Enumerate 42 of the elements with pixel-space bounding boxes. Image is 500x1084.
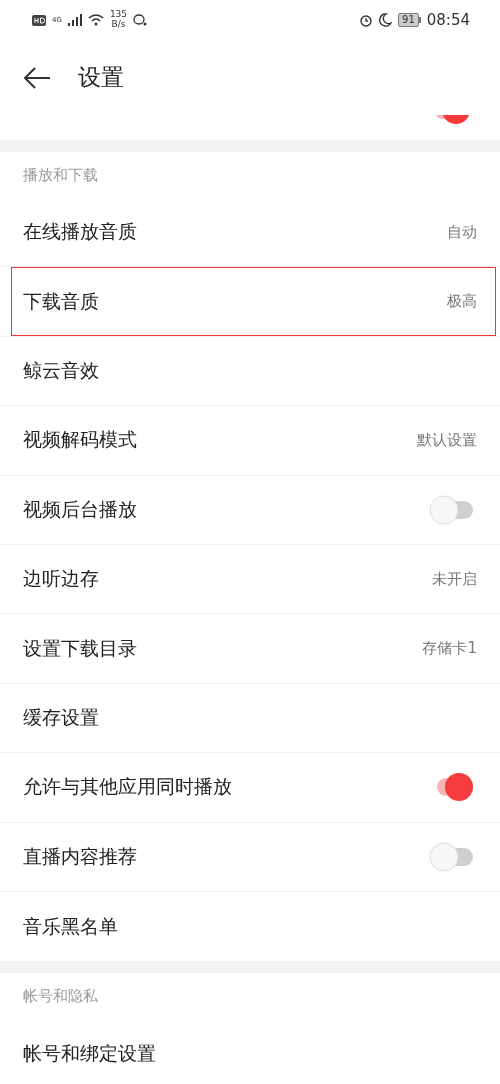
setting-label: 允许与其他应用同时播放: [23, 774, 232, 800]
settings-row[interactable]: 鲸云音效: [0, 336, 500, 407]
setting-value: 极高: [447, 292, 477, 312]
section-header: 播放和下载: [22, 164, 99, 186]
setting-value: 存储卡1: [422, 639, 477, 659]
setting-label: 下载音质: [23, 288, 99, 314]
setting-label: 直播内容推荐: [23, 843, 137, 869]
settings-row[interactable]: 视频解码模式 默认设置: [0, 406, 500, 476]
setting-value: 自动: [447, 222, 477, 242]
settings-row[interactable]: 下载音质 极高: [0, 267, 500, 337]
setting-value: 未开启: [432, 569, 477, 589]
setting-label: 边听边存: [23, 566, 99, 592]
settings-row[interactable]: 允许与其他应用同时播放: [0, 753, 500, 823]
settings-row[interactable]: 帐号和绑定设置: [0, 1019, 500, 1084]
setting-label: 视频解码模式: [23, 427, 137, 453]
setting-label: 在线播放音质: [23, 219, 137, 245]
setting-label: 缓存设置: [23, 704, 99, 730]
settings-row[interactable]: 音乐黑名单: [0, 891, 500, 962]
settings-row[interactable]: 视频后台播放: [0, 475, 500, 545]
setting-label: 鲸云音效: [23, 357, 99, 383]
network-speed: 135 B/s: [109, 10, 128, 30]
setting-label: 视频后台播放: [23, 496, 137, 522]
back-arrow-icon[interactable]: [22, 65, 52, 90]
signal-icon: [67, 14, 82, 26]
wifi-icon: [87, 14, 104, 26]
settings-row[interactable]: 直播内容推荐: [0, 822, 500, 892]
setting-label: 帐号和绑定设置: [23, 1041, 156, 1066]
battery-icon: 91: [398, 13, 421, 27]
moon-icon: [379, 13, 393, 27]
alarm-icon: [359, 13, 374, 27]
setting-value: 默认设置: [417, 430, 477, 450]
section-header: 帐号和隐私: [22, 985, 99, 1007]
setting-label: 设置下载目录: [23, 635, 137, 661]
settings-row[interactable]: 边听边存 未开启: [0, 544, 500, 615]
hd-icon: [32, 14, 46, 26]
clock-time: 08:54: [426, 11, 470, 29]
settings-row[interactable]: 在线播放音质 自动: [0, 198, 500, 268]
settings-row[interactable]: 缓存设置: [0, 683, 500, 754]
setting-label: 音乐黑名单: [23, 913, 118, 939]
chat-icon: [133, 14, 148, 26]
settings-row[interactable]: 设置下载目录 存储卡1: [0, 614, 500, 684]
page-title: 设置: [78, 63, 124, 92]
